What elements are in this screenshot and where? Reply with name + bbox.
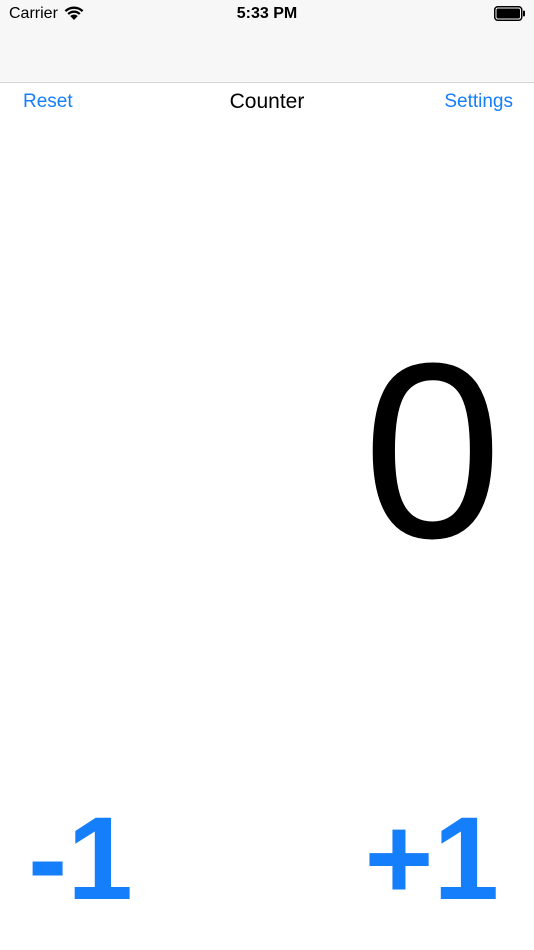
settings-button[interactable]: Settings (444, 91, 513, 113)
status-and-nav-bar: Carrier 5:33 PM (0, 0, 534, 83)
decrement-button[interactable]: -1 (28, 800, 133, 918)
status-bar: Carrier 5:33 PM (0, 0, 534, 28)
battery-icon (494, 6, 525, 21)
counter-value: 0 (362, 311, 502, 590)
status-time: 5:33 PM (236, 5, 298, 22)
counter-screen: Carrier 5:33 PM Reset Counter Settings 0… (0, 0, 534, 950)
increment-button[interactable]: +1 (364, 800, 499, 918)
counter-toolbar: Reset Counter Settings (0, 83, 534, 123)
